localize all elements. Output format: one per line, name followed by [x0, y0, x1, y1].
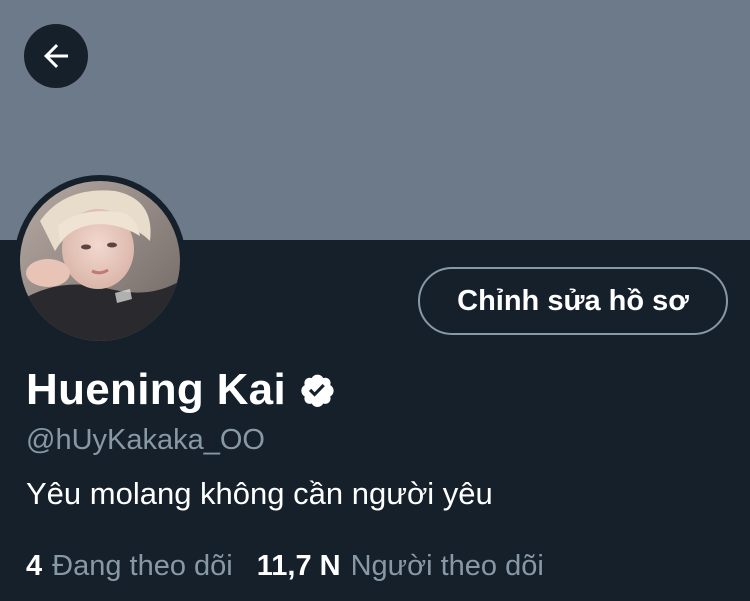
name-row: Huening Kai — [26, 362, 336, 418]
avatar-container — [14, 175, 186, 347]
followers-label: Người theo dõi — [350, 550, 544, 582]
following-stat[interactable]: 4 Đang theo dõi — [26, 548, 233, 584]
verified-badge-icon — [301, 374, 334, 407]
username-handle: @hUyKakaka_OO — [26, 424, 265, 456]
back-button[interactable] — [24, 24, 88, 88]
avatar-photo — [20, 181, 180, 341]
arrow-left-icon — [44, 44, 68, 68]
followers-stat[interactable]: 11,7 N Người theo dõi — [257, 548, 544, 584]
avatar[interactable] — [20, 181, 180, 341]
display-name: Huening Kai — [26, 365, 286, 414]
following-count: 4 — [26, 550, 43, 582]
following-label: Đang theo dõi — [52, 550, 233, 582]
followers-count: 11,7 N — [256, 550, 341, 582]
profile-bio: Yêu molang không cần người yêu — [26, 476, 493, 511]
edit-profile-button[interactable]: Chỉnh sửa hồ sơ — [418, 267, 728, 335]
follow-stats: 4 Đang theo dõi 11,7 N Người theo dõi — [26, 548, 544, 584]
